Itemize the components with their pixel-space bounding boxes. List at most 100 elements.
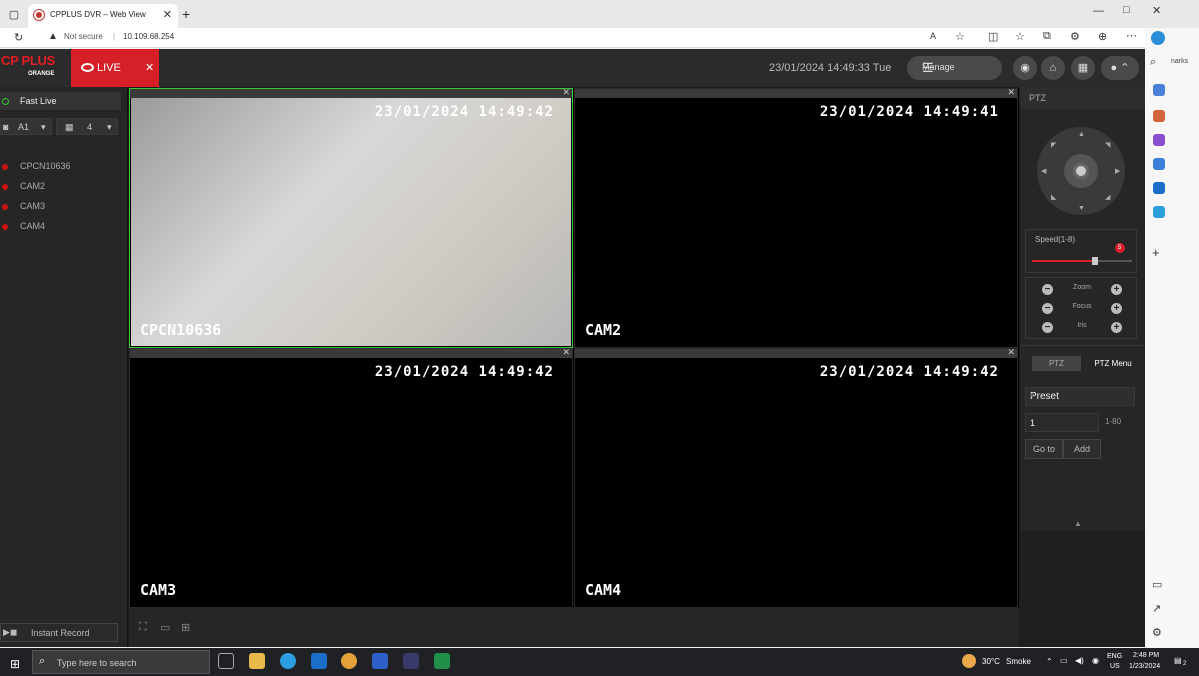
outlook-icon[interactable] bbox=[311, 653, 327, 669]
weather-icon[interactable] bbox=[962, 654, 976, 668]
video-tile[interactable]: ✕ 23/01/2024 14:49:42 CPCN10636 bbox=[129, 87, 573, 348]
arrow-right-icon[interactable]: ▶ bbox=[1115, 167, 1120, 175]
chrome-icon[interactable] bbox=[341, 653, 357, 669]
split-screen-icon[interactable]: ◫ bbox=[988, 30, 998, 43]
iris-minus-button[interactable]: − bbox=[1042, 322, 1053, 333]
focus-minus-button[interactable]: − bbox=[1042, 303, 1053, 314]
weather-desc[interactable]: Smoke bbox=[1006, 657, 1031, 666]
copilot-icon[interactable] bbox=[1151, 31, 1165, 45]
instant-record-button[interactable]: ▶◼ Instant Record bbox=[0, 623, 118, 642]
file-explorer-icon[interactable] bbox=[249, 653, 265, 669]
close-tile-icon[interactable]: ✕ bbox=[1007, 347, 1015, 358]
collections-icon[interactable]: ⧉ bbox=[1043, 30, 1051, 43]
sidebar-tools-icon[interactable] bbox=[1153, 110, 1165, 122]
new-tab-icon[interactable]: + bbox=[182, 6, 190, 22]
browser-tab[interactable]: CPPLUS DVR – Web View ✕ bbox=[28, 4, 178, 28]
live-view-icon[interactable]: ◉ bbox=[1013, 56, 1037, 80]
arrow-up-left-icon[interactable]: ◤ bbox=[1051, 141, 1056, 149]
arrow-up-right-icon[interactable]: ◥ bbox=[1105, 141, 1110, 149]
sidebar-m365-icon[interactable] bbox=[1153, 158, 1165, 170]
arrow-left-icon[interactable]: ◀ bbox=[1041, 167, 1046, 175]
preset-number-input[interactable]: 1 bbox=[1025, 413, 1099, 432]
arrow-down-right-icon[interactable]: ◢ bbox=[1105, 193, 1110, 201]
maximize-icon[interactable]: □ bbox=[1123, 4, 1130, 16]
sidebar-shopping-icon[interactable] bbox=[1153, 84, 1165, 96]
close-tab-icon[interactable]: ✕ bbox=[163, 8, 172, 21]
close-tile-icon[interactable]: ✕ bbox=[562, 87, 570, 98]
network-icon[interactable]: ▭ bbox=[1060, 656, 1068, 665]
sidebar-games-icon[interactable] bbox=[1153, 134, 1165, 146]
browser-essentials-icon[interactable]: ⊕ bbox=[1098, 30, 1107, 43]
excel-icon[interactable] bbox=[434, 653, 450, 669]
read-aloud-icon[interactable]: A bbox=[930, 31, 936, 41]
zoom-in-button[interactable]: + bbox=[1111, 284, 1122, 295]
preset-select[interactable]: Preset ▾ bbox=[1025, 387, 1135, 406]
close-tile-icon[interactable]: ✕ bbox=[1007, 87, 1015, 98]
live-tab[interactable]: LIVE ✕ bbox=[71, 49, 159, 87]
windows-start-icon[interactable]: ⊞ bbox=[10, 657, 20, 671]
layout-select[interactable]: ▦ 4 ▾ bbox=[56, 118, 118, 135]
battery-icon[interactable]: ◉ bbox=[1092, 656, 1099, 665]
focus-plus-button[interactable]: + bbox=[1111, 303, 1122, 314]
lang-us[interactable]: US bbox=[1110, 663, 1120, 670]
sidebar-external-icon[interactable]: ↗ bbox=[1152, 602, 1161, 615]
close-tile-icon[interactable]: ✕ bbox=[562, 347, 570, 358]
show-hidden-icons[interactable]: ⌃ bbox=[1046, 657, 1053, 666]
favorite-star-icon[interactable]: ☆ bbox=[955, 30, 965, 43]
clock-time[interactable]: 2:48 PM bbox=[1133, 652, 1159, 659]
direction-pad-center[interactable] bbox=[1073, 163, 1089, 179]
close-window-icon[interactable]: ✕ bbox=[1152, 4, 1161, 17]
collapse-up-icon[interactable]: ▲ bbox=[1074, 519, 1082, 528]
video-tile[interactable]: ✕ 23/01/2024 14:49:41 CAM2 bbox=[574, 87, 1018, 348]
app-icon[interactable] bbox=[372, 653, 388, 669]
goto-preset-button[interactable]: Go to bbox=[1025, 439, 1063, 459]
manage-button[interactable]: Manage ☰ bbox=[907, 56, 1002, 80]
sidebar-outlook-icon[interactable] bbox=[1153, 182, 1165, 194]
media-app-icon[interactable] bbox=[403, 653, 419, 669]
refresh-icon[interactable]: ↻ bbox=[14, 31, 23, 44]
speed-slider-knob[interactable] bbox=[1091, 257, 1098, 265]
not-secure-label[interactable]: Not secure bbox=[64, 32, 103, 41]
close-live-icon[interactable]: ✕ bbox=[145, 61, 154, 74]
sidebar-search-icon[interactable]: ⌕ bbox=[1150, 56, 1156, 69]
iris-plus-button[interactable]: + bbox=[1111, 322, 1122, 333]
arrow-down-icon[interactable]: ▼ bbox=[1078, 205, 1085, 212]
zoom-out-button[interactable]: − bbox=[1042, 284, 1053, 295]
fit-screen-icon[interactable]: ⛶ bbox=[139, 621, 147, 634]
sidebar-add-icon[interactable]: + bbox=[1152, 245, 1160, 260]
zoom-label: Zoom bbox=[1073, 284, 1091, 291]
sidebar-send-icon[interactable] bbox=[1153, 206, 1165, 218]
more-menu-icon[interactable]: ⋯ bbox=[1126, 29, 1137, 42]
notification-icon[interactable]: ▤ bbox=[1174, 656, 1182, 665]
clock-date[interactable]: 1/23/2024 bbox=[1129, 663, 1160, 670]
home-icon[interactable]: ⌂ bbox=[1041, 56, 1065, 80]
tab-ptz[interactable]: PTZ bbox=[1032, 356, 1081, 371]
weather-temp[interactable]: 30°C bbox=[982, 657, 1000, 666]
arrow-up-icon[interactable]: ▲ bbox=[1078, 131, 1085, 138]
user-menu-button[interactable]: ● ⌃ bbox=[1101, 56, 1139, 80]
speed-slider[interactable]: 5 bbox=[1032, 243, 1132, 265]
single-view-icon[interactable]: ▭ bbox=[160, 621, 170, 634]
extensions-icon[interactable]: ⚙ bbox=[1070, 30, 1080, 43]
lang-eng[interactable]: ENG bbox=[1107, 653, 1122, 660]
add-preset-button[interactable]: Add bbox=[1063, 439, 1101, 459]
ptz-direction-pad[interactable]: ▲ ▼ ◀ ▶ ◤ ◥ ◣ ◢ bbox=[1037, 127, 1125, 215]
tab-actions-icon[interactable]: ▢ bbox=[8, 8, 20, 21]
taskbar-search-box[interactable]: ⌕ Type here to search bbox=[32, 650, 210, 674]
sidebar-layout-icon[interactable]: ▭ bbox=[1152, 578, 1162, 591]
edge-icon[interactable] bbox=[280, 653, 296, 669]
video-tile[interactable]: ✕ 23/01/2024 14:49:42 CAM3 bbox=[129, 347, 573, 608]
favorites-icon[interactable]: ☆ bbox=[1015, 30, 1025, 43]
minimize-icon[interactable]: — bbox=[1093, 5, 1104, 17]
volume-icon[interactable]: ◀) bbox=[1075, 656, 1084, 665]
quad-view-icon[interactable]: ⊞ bbox=[181, 621, 190, 634]
layout-grid-icon[interactable]: ▦ bbox=[1071, 56, 1095, 80]
fast-live-item[interactable]: Fast Live bbox=[0, 92, 121, 110]
sidebar-settings-icon[interactable]: ⚙ bbox=[1152, 626, 1162, 639]
tab-ptz-menu[interactable]: PTZ Menu bbox=[1088, 356, 1138, 371]
url-text[interactable]: 10.109.68.254 bbox=[123, 32, 174, 41]
task-view-icon[interactable] bbox=[218, 653, 234, 669]
video-tile[interactable]: ✕ 23/01/2024 14:49:42 CAM4 bbox=[574, 347, 1018, 608]
arrow-down-left-icon[interactable]: ◣ bbox=[1051, 193, 1056, 201]
stream-select[interactable]: ◙ A1 ▾ bbox=[0, 118, 52, 135]
